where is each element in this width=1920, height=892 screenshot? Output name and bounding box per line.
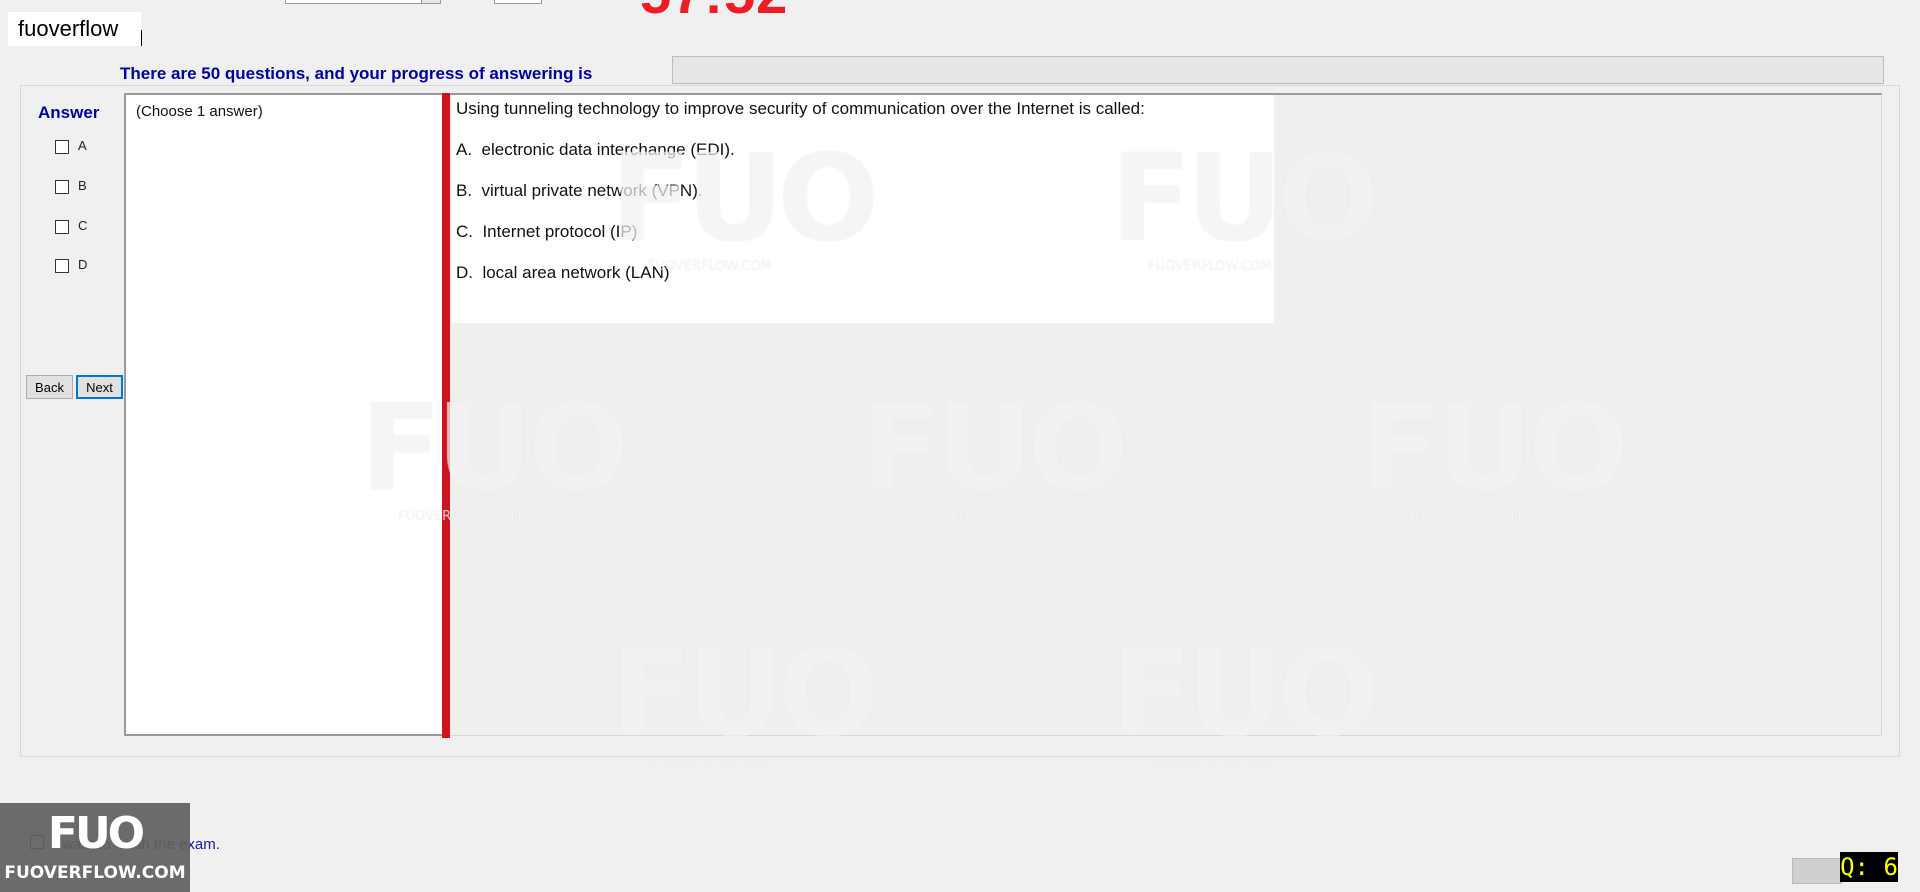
answer-label-a: A [78,138,87,153]
timer-display: 57:52 [640,0,788,22]
question-text: Using tunneling technology to improve se… [456,99,1145,118]
answer-checkbox-a[interactable] [55,140,69,154]
answer-label-b: B [78,178,87,193]
question-option-a: A. electronic data interchange (EDI). [456,140,735,159]
text-cursor [141,30,142,46]
status-bar-box [1792,858,1842,884]
logo-mark: FUO [47,808,145,859]
top-small-box[interactable] [494,0,542,4]
question-option-b: B. virtual private network (VPN). [456,181,703,200]
splitter-divider[interactable] [442,93,450,738]
brand-tag-text: fuoverflow [18,16,119,41]
back-button[interactable]: Back [26,375,73,399]
watermark-site: FUOVERFLOW.COM [648,759,772,774]
question-counter: Q: 6 [1840,852,1898,882]
answer-title: Answer [38,103,100,122]
top-combo-arrow[interactable] [421,0,441,4]
answer-checkbox-d[interactable] [55,259,69,273]
answer-checkbox-c[interactable] [55,220,69,234]
top-combo-box[interactable] [285,0,441,4]
question-box [452,95,1274,323]
choose-panel: (Choose 1 answer) [124,93,444,736]
answer-checkbox-b[interactable] [55,180,69,194]
fuoverflow-logo: FUO FUOVERFLOW.COM [0,803,190,892]
next-button[interactable]: Next [76,375,123,399]
progress-text: There are 50 questions, and your progres… [120,64,593,83]
question-option-d: D. local area network (LAN) [456,263,670,282]
brand-tag: fuoverflow [8,12,141,46]
answer-label-d: D [78,257,88,272]
progress-bar [672,56,1884,84]
choose-hint: (Choose 1 answer) [136,103,263,120]
logo-site: FUOVERFLOW.COM [4,863,186,883]
question-option-c: C. Internet protocol (IP) [456,222,638,241]
watermark-site: FUOVERFLOW.COM [1148,759,1272,774]
answer-label-c: C [78,218,88,233]
